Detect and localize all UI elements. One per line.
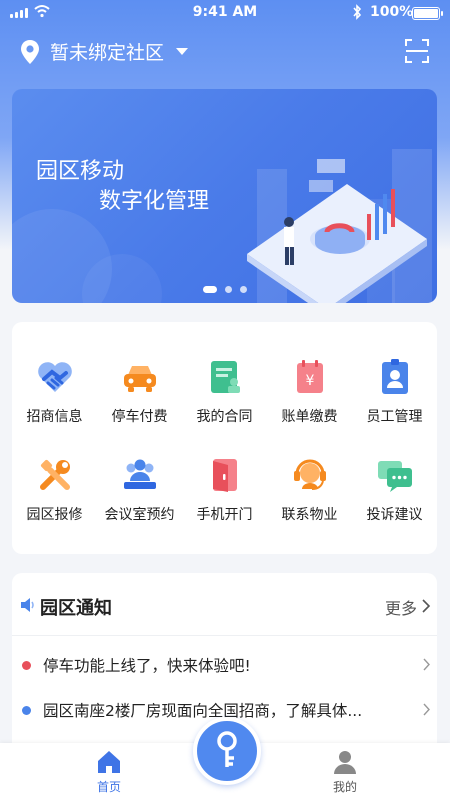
notice-item[interactable]: 停车功能上线了，快来体验吧! xyxy=(12,653,437,677)
community-selector[interactable]: 暂未绑定社区 xyxy=(20,38,189,65)
handshake-icon xyxy=(37,362,72,392)
banner-pagination xyxy=(12,286,437,293)
service-label: 园区报修 xyxy=(26,507,83,523)
banner-dot-active[interactable] xyxy=(202,286,217,293)
service-parking-payment[interactable]: 停车付费 xyxy=(97,358,182,431)
notice-dot xyxy=(22,706,31,715)
speaker-icon xyxy=(21,598,34,612)
banner-dot[interactable] xyxy=(224,286,232,293)
service-label: 会议室预约 xyxy=(104,507,175,523)
tab-mine-label: 我的 xyxy=(332,780,357,794)
chevron-right-icon xyxy=(423,658,430,671)
tab-home-label: 首页 xyxy=(96,780,121,794)
home-icon xyxy=(98,751,120,773)
service-label: 员工管理 xyxy=(366,409,423,425)
service-my-contract[interactable]: 我的合同 xyxy=(182,358,267,431)
chevron-right-icon[interactable] xyxy=(421,598,431,614)
service-label: 账单缴费 xyxy=(281,409,338,425)
promo-banner[interactable]: 园区移动 数字化管理 xyxy=(12,89,437,303)
service-contact-property[interactable]: 联系物业 xyxy=(267,456,352,529)
tab-home[interactable]: 首页 xyxy=(69,749,149,795)
door-icon xyxy=(212,459,237,492)
service-employee-management[interactable]: 员工管理 xyxy=(352,358,437,431)
community-name: 暂未绑定社区 xyxy=(50,42,165,64)
service-label: 我的合同 xyxy=(196,409,253,425)
notice-title: 园区通知 xyxy=(40,598,112,619)
chevron-right-icon xyxy=(423,703,430,716)
notice-header: 园区通知 更多 xyxy=(12,593,437,619)
service-label: 招商信息 xyxy=(26,409,83,425)
battery-icon xyxy=(412,7,443,20)
status-bar: 9:41 AM 100% xyxy=(0,0,450,26)
divider xyxy=(12,635,437,636)
banner-dot[interactable] xyxy=(239,286,247,293)
location-pin-icon xyxy=(21,39,39,64)
banner-title-line2: 数字化管理 xyxy=(99,189,210,214)
service-meeting-room-booking[interactable]: 会议室预约 xyxy=(97,456,182,529)
scan-icon[interactable] xyxy=(404,38,430,64)
svg-text:¥: ¥ xyxy=(305,373,314,389)
service-label: 手机开门 xyxy=(196,507,253,523)
employee-badge-icon xyxy=(381,359,408,394)
service-label: 投诉建议 xyxy=(366,507,423,523)
car-icon xyxy=(123,366,156,392)
key-icon xyxy=(217,731,237,767)
service-label: 停车付费 xyxy=(111,409,168,425)
service-bill-payment[interactable]: ¥ 账单缴费 xyxy=(267,358,352,431)
service-merchant-info[interactable]: 招商信息 xyxy=(12,358,97,431)
app-header: 暂未绑定社区 xyxy=(0,30,450,74)
unlock-key-button[interactable] xyxy=(193,717,261,785)
bluetooth-icon xyxy=(353,4,362,20)
meeting-room-icon xyxy=(123,459,156,489)
phone-dashboard-illustration xyxy=(247,159,427,303)
service-mobile-unlock[interactable]: 手机开门 xyxy=(182,456,267,529)
user-icon xyxy=(334,751,356,774)
service-label: 联系物业 xyxy=(281,507,338,523)
chat-icon xyxy=(377,461,412,492)
contract-icon xyxy=(210,361,240,393)
services-grid: 招商信息 停车付费 我的合同 ¥ 账单缴费 员工管理 园区报修 会议室预约 手机 xyxy=(12,358,437,529)
tab-mine[interactable]: 我的 xyxy=(305,749,385,795)
notice-dot xyxy=(22,661,31,670)
banner-title-line1: 园区移动 xyxy=(36,159,125,184)
wrench-icon xyxy=(39,459,70,490)
caret-down-icon xyxy=(176,48,189,55)
bill-icon: ¥ xyxy=(296,360,323,393)
notice-more-link[interactable]: 更多 xyxy=(385,595,417,619)
services-card: 招商信息 停车付费 我的合同 ¥ 账单缴费 员工管理 园区报修 会议室预约 手机 xyxy=(12,322,437,554)
service-repair[interactable]: 园区报修 xyxy=(12,456,97,529)
headset-icon xyxy=(293,459,326,490)
service-complaints-suggestions[interactable]: 投诉建议 xyxy=(352,456,437,529)
battery-percent: 100% xyxy=(370,4,414,20)
notice-text: 停车功能上线了，快来体验吧! xyxy=(43,657,251,675)
